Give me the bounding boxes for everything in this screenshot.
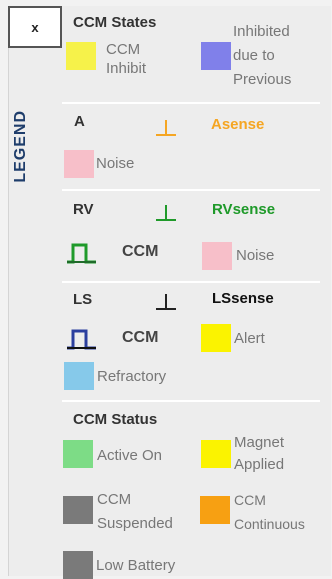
lssense-marker-icon [156,294,176,310]
rvsense-label: RVsense [212,201,276,218]
divider-1 [62,102,320,104]
ls-ccm-pulse-icon [67,329,96,350]
active-on-label: Active On [97,447,163,464]
rv-noise-label: Noise [236,247,275,264]
rv-label: RV [73,201,94,218]
asense-marker-icon [156,120,176,136]
ccm-inhibit-label: CCM Inhibit [106,41,147,77]
rv-noise-swatch [202,242,232,270]
low-battery-label: Low Battery [96,557,176,574]
low-battery-swatch [63,551,93,579]
ls-label: LS [73,291,93,308]
refractory-swatch [64,362,94,390]
ccm-status-title: CCM Status [73,411,158,428]
legend-vertical-title: LEGEND [12,110,29,183]
ls-ccm-label: CCM [122,329,159,346]
close-button[interactable]: x [8,6,62,48]
refractory-label: Refractory [97,368,167,385]
ccm-suspended-label: CCM Suspended [97,491,173,532]
ccm-suspended-swatch [63,496,93,524]
divider-4 [62,400,320,402]
asense-label: Asense [211,116,265,133]
magnet-applied-label: Magnet Applied [234,434,285,473]
ccm-states-title: CCM States [73,14,157,31]
rvsense-marker-icon [156,205,176,221]
ccm-continuous-label: CCM Continuous [234,492,305,532]
atrial-noise-swatch [64,150,94,178]
divider-2 [62,189,320,191]
alert-label: Alert [234,330,265,347]
divider-3 [62,281,320,283]
rv-ccm-label: CCM [122,243,159,260]
atrial-label: A [74,113,85,130]
active-on-swatch [63,440,93,468]
magnet-applied-swatch [201,440,231,468]
rv-ccm-pulse-icon [67,243,96,264]
alert-swatch [201,324,231,352]
inhibited-previous-swatch [201,42,231,70]
ccm-continuous-swatch [200,496,230,524]
ccm-inhibit-swatch [66,42,96,70]
atrial-noise-label: Noise [96,155,135,172]
inhibited-previous-label: Inhibited due to Previous [233,23,292,88]
lssense-label: LSsense [212,290,274,307]
